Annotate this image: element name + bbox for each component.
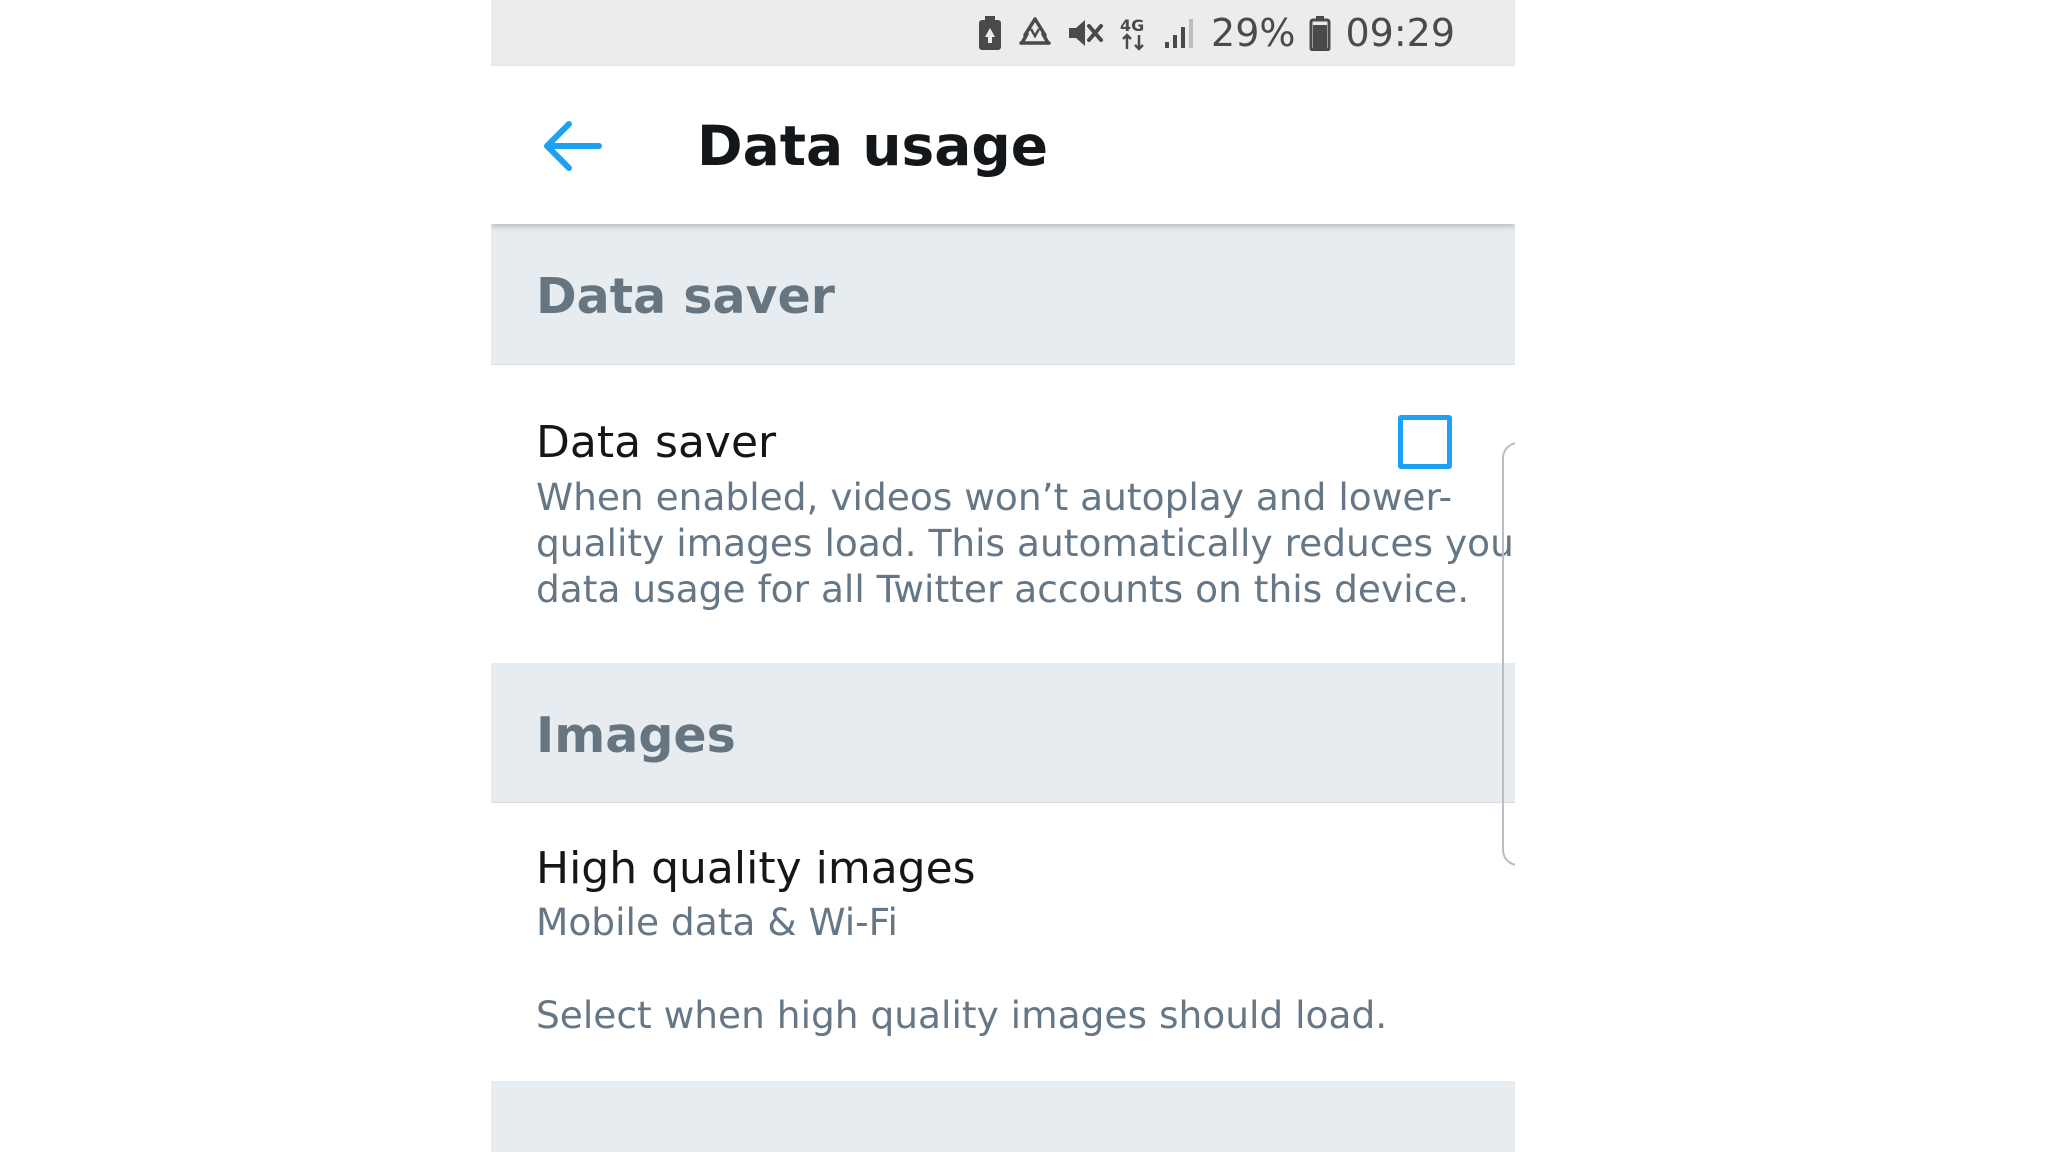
hint-text: Select when high quality images should l… [536,993,1388,1037]
section-header-data-saver: Data saver [491,224,1515,365]
section-title: Data saver [536,268,835,325]
status-bar: 4G 29% 09:29 [491,0,1515,66]
row-description: When enabled, videos won’t autoplay and … [536,474,1515,612]
row-title: Data saver [536,417,777,468]
row-title: High quality images [536,843,976,894]
selected-value: Mobile data & Wi-Fi [536,900,898,944]
row-value: Mobile data & Wi-Fi [536,899,1476,945]
row-hint: Select when high quality images should l… [536,992,1476,1038]
battery-icon [1309,16,1331,51]
back-button[interactable] [541,115,603,177]
clock: 09:29 [1345,11,1455,55]
svg-text:4G: 4G [1120,16,1144,35]
back-arrow-icon [544,121,602,171]
description-line: When enabled, videos won’t autoplay and … [536,475,1453,519]
description-line: quality images load. This automatically … [536,521,1515,565]
page-title: Data usage [697,114,1049,178]
mute-icon [1069,20,1104,46]
battery-percent: 29% [1211,11,1296,55]
section-title: Images [536,707,736,764]
data-saver-checkbox[interactable] [1398,415,1452,469]
setting-row-high-quality-images[interactable]: High quality images Mobile data & Wi-Fi … [491,803,1515,1081]
battery-saver-icon [979,16,1002,50]
network-4g-icon: 4G [1120,16,1144,51]
signal-icon [1165,19,1194,48]
setting-row-data-saver[interactable]: Data saver When enabled, videos won’t au… [491,365,1515,663]
toolbar: Data usage [491,66,1515,224]
phone-screen: 4G 29% 09:29 Data usage Data saver Data … [491,0,1515,1152]
section-header-next [491,1081,1515,1152]
section-header-images: Images [491,663,1515,803]
description-line: data usage for all Twitter accounts on t… [536,567,1470,611]
status-icons: 4G 29% 09:29 [977,0,1455,66]
recycle-icon [1019,17,1051,45]
edge-panel-handle[interactable] [1502,442,1515,866]
